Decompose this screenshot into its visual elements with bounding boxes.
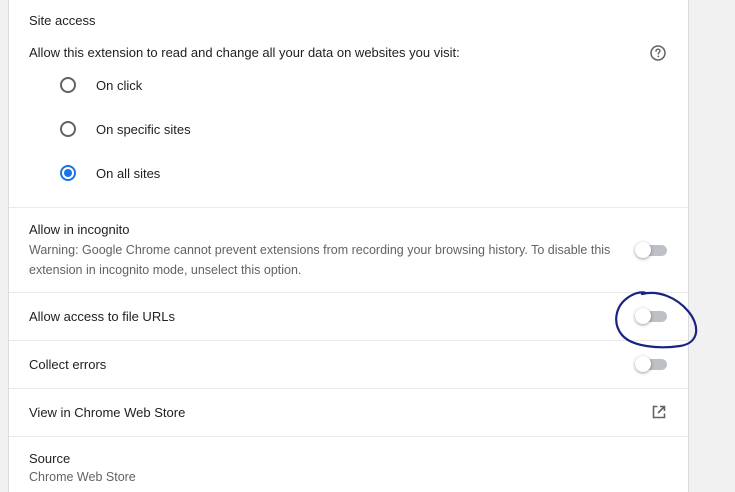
source-title: Source — [29, 451, 71, 466]
divider — [9, 388, 688, 389]
web-store-link[interactable]: View in Chrome Web Store — [29, 405, 185, 420]
extension-details-card: Site access Allow this extension to read… — [8, 0, 689, 492]
radio-on-click[interactable]: On click — [60, 75, 142, 95]
site-access-description: Allow this extension to read and change … — [29, 45, 460, 60]
incognito-toggle[interactable] — [635, 242, 667, 258]
incognito-warning: Warning: Google Chrome cannot prevent ex… — [29, 243, 611, 277]
toggle-knob — [635, 308, 651, 324]
open-in-new-icon[interactable] — [651, 404, 667, 420]
source-value: Chrome Web Store — [29, 470, 136, 484]
collect-errors-toggle[interactable] — [635, 356, 667, 372]
radio-button[interactable] — [60, 121, 76, 137]
incognito-title: Allow in incognito — [29, 222, 130, 237]
file-urls-toggle[interactable] — [635, 308, 667, 324]
divider — [9, 436, 688, 437]
radio-label: On all sites — [96, 165, 161, 181]
file-urls-title: Allow access to file URLs — [29, 309, 175, 324]
radio-button-checked[interactable] — [60, 165, 76, 181]
divider — [9, 292, 688, 293]
divider — [9, 340, 688, 341]
radio-on-all-sites[interactable]: On all sites — [60, 163, 160, 183]
toggle-knob — [635, 242, 651, 258]
divider — [9, 207, 688, 208]
radio-on-specific-sites[interactable]: On specific sites — [60, 119, 191, 139]
radio-label: On specific sites — [96, 121, 191, 137]
collect-errors-title: Collect errors — [29, 357, 107, 372]
radio-button[interactable] — [60, 77, 76, 93]
toggle-knob — [635, 356, 651, 372]
help-circle-icon[interactable] — [650, 45, 666, 61]
radio-label: On click — [96, 77, 143, 93]
site-access-title: Site access — [29, 13, 96, 28]
